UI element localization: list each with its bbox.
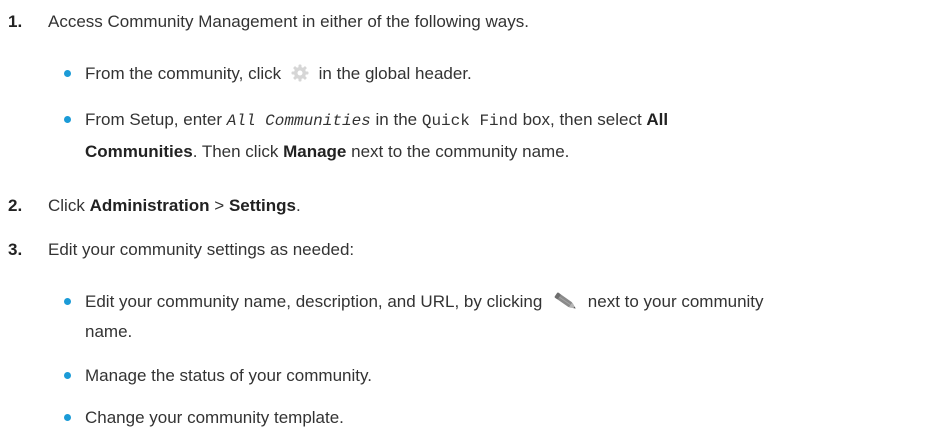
- bullet-dot-icon: [64, 414, 71, 421]
- document: 1. Access Community Management in either…: [0, 0, 952, 441]
- code-quick-find: Quick Find: [421, 112, 518, 130]
- step-text: Access Community Management in either of…: [48, 12, 529, 31]
- bold-manage: Manage: [283, 142, 347, 161]
- step-number: 1.: [8, 12, 23, 31]
- step-text: Edit your community settings as needed:: [48, 240, 355, 259]
- list-item-text: Change your community template.: [85, 408, 344, 427]
- bold-all: All: [646, 110, 669, 129]
- bullet-dot-icon: [64, 70, 71, 77]
- step-number: 2.: [8, 196, 23, 215]
- pencil-icon: [551, 289, 579, 313]
- gear-icon: [290, 63, 310, 83]
- bullet-text-after: in the global header.: [318, 64, 472, 83]
- bullet-dot-icon: [64, 372, 71, 379]
- step-number: 3.: [8, 240, 23, 259]
- bullet-text-before: From the community, click: [85, 64, 282, 83]
- step-text: Click Administration > Settings.: [48, 196, 301, 215]
- bullet-dot-icon: [64, 298, 71, 305]
- code-all-communities: All Communities: [226, 112, 371, 130]
- list-item-text: Manage the status of your community.: [85, 366, 372, 385]
- bold-settings: Settings: [228, 196, 296, 215]
- bullet-dot-icon: [64, 116, 71, 123]
- bold-communities: Communities: [85, 142, 193, 161]
- bold-administration: Administration: [89, 196, 210, 215]
